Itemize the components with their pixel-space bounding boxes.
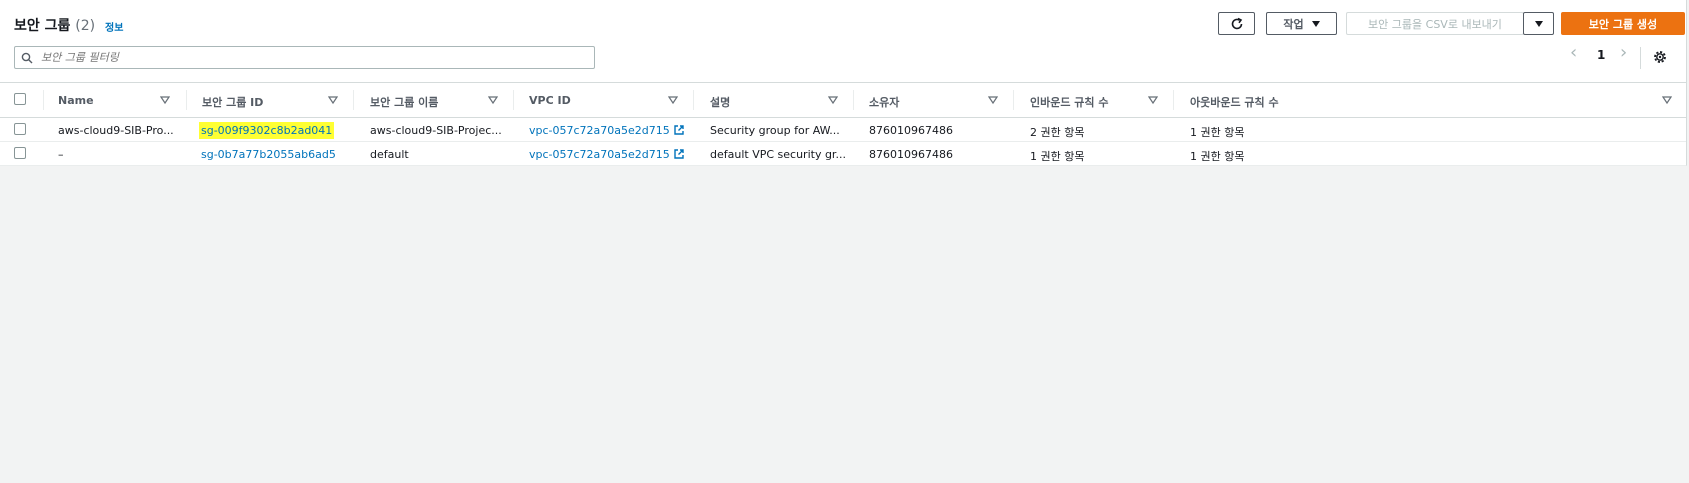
cell-group-id-link[interactable]: sg-009f9302c8b2ad041 (199, 122, 335, 139)
cell-outbound: 1 권한 항목 (1190, 126, 1245, 139)
filter-search-box[interactable] (14, 46, 595, 69)
cell-outbound: 1 권한 항목 (1190, 150, 1245, 163)
create-label: 보안 그룹 생성 (1588, 17, 1658, 31)
sort-icon[interactable] (828, 95, 838, 105)
cell-owner: 876010967486 (869, 124, 953, 137)
filter-input[interactable] (39, 50, 583, 65)
column-divider (693, 90, 694, 110)
cell-vpc-id-link[interactable]: vpc-057c72a70a5e2d715 (529, 124, 685, 137)
refresh-button[interactable] (1218, 12, 1255, 35)
column-divider (853, 90, 854, 110)
search-icon (21, 52, 33, 63)
cell-inbound: 2 권한 항목 (1030, 126, 1085, 139)
row-checkbox[interactable] (14, 123, 26, 135)
cell-group-name: default (370, 148, 409, 161)
info-link[interactable]: 정보 (105, 19, 123, 34)
sort-icon[interactable] (160, 95, 170, 105)
cell-description: default VPC security gr... (710, 148, 846, 161)
cell-group-name: aws-cloud9-SIB-Projec... (370, 124, 502, 137)
column-divider (353, 90, 354, 110)
create-security-group-button[interactable]: 보안 그룹 생성 (1561, 12, 1685, 35)
group-count: (2) (75, 18, 96, 34)
refresh-icon (1231, 17, 1242, 29)
sort-icon[interactable] (988, 95, 998, 105)
column-header-inbound[interactable]: 인바운드 규칙 수 (1030, 94, 1109, 110)
caret-down-icon (1534, 20, 1543, 27)
vpc-id-text: vpc-057c72a70a5e2d715 (529, 148, 670, 161)
export-csv-label: 보안 그룹을 CSV로 내보내기 (1368, 17, 1502, 31)
actions-button[interactable]: 작업 (1266, 12, 1337, 35)
column-divider (1013, 90, 1014, 110)
sort-icon[interactable] (488, 95, 498, 105)
column-header-group-name[interactable]: 보안 그룹 이름 (370, 94, 438, 110)
actions-label: 작업 (1283, 17, 1304, 31)
pager-divider (1640, 47, 1641, 69)
cell-inbound: 1 권한 항목 (1030, 150, 1085, 163)
cell-vpc-id-link[interactable]: vpc-057c72a70a5e2d715 (529, 148, 685, 161)
external-link-icon (674, 149, 684, 159)
column-header-outbound[interactable]: 아웃바운드 규칙 수 (1190, 94, 1279, 110)
sort-icon[interactable] (1148, 95, 1158, 105)
column-header-group-id[interactable]: 보안 그룹 ID (202, 94, 263, 110)
column-header-vpc-id[interactable]: VPC ID (529, 94, 571, 107)
cell-group-id-link[interactable]: sg-0b7a77b2055ab6ad5 (201, 148, 336, 161)
next-page-button[interactable]: › (1620, 42, 1627, 63)
sort-icon[interactable] (1662, 95, 1672, 105)
column-divider (43, 90, 44, 110)
column-divider (1173, 90, 1174, 110)
row-checkbox[interactable] (14, 147, 26, 159)
security-groups-panel: 보안 그룹 (2) 정보 작업 보안 그룹을 CSV로 내보내기 보안 그룹 생… (0, 0, 1687, 166)
column-header-description[interactable]: 설명 (710, 94, 730, 110)
row-divider (0, 141, 1686, 142)
cell-description: Security group for AW... (710, 124, 840, 137)
caret-down-icon (1311, 20, 1320, 27)
cell-name: aws-cloud9-SIB-Pro... (58, 124, 174, 137)
column-divider (186, 90, 187, 110)
vpc-id-text: vpc-057c72a70a5e2d715 (529, 124, 670, 137)
select-all-checkbox[interactable] (14, 93, 26, 105)
current-page[interactable]: 1 (1597, 48, 1605, 62)
export-dropdown-button[interactable] (1523, 12, 1554, 35)
cell-name: – (58, 148, 64, 161)
page-title: 보안 그룹 (2) (14, 15, 95, 35)
column-header-name[interactable]: Name (58, 94, 94, 107)
prev-page-button[interactable]: ‹ (1570, 42, 1577, 63)
column-divider (513, 90, 514, 110)
sort-icon[interactable] (328, 95, 338, 105)
page-title-text: 보안 그룹 (14, 18, 71, 34)
table-top-divider (0, 82, 1686, 83)
table-header-divider (0, 117, 1686, 118)
gear-icon[interactable] (1652, 49, 1668, 65)
column-header-owner[interactable]: 소유자 (869, 94, 899, 110)
sort-icon[interactable] (668, 95, 678, 105)
export-csv-button[interactable]: 보안 그룹을 CSV로 내보내기 (1346, 12, 1524, 35)
external-link-icon (674, 125, 684, 135)
cell-owner: 876010967486 (869, 148, 953, 161)
